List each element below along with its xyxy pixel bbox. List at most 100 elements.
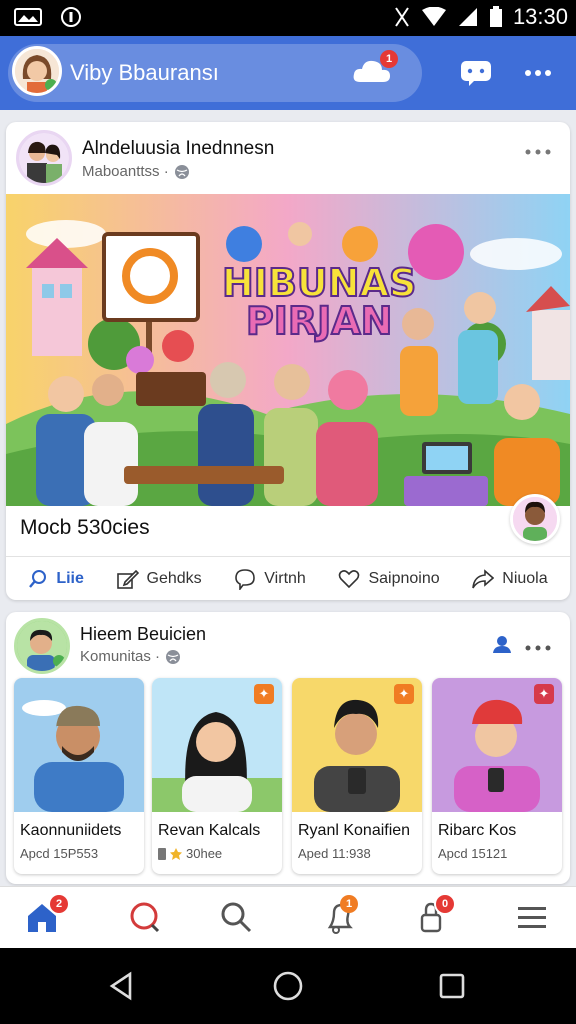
wifi-icon — [421, 7, 446, 26]
profile-card[interactable]: Kaonnuniidets Apcd 15P553 — [14, 678, 144, 874]
phone-icon — [158, 847, 166, 860]
nav-notifications[interactable]: 1 — [322, 895, 362, 939]
profile-name: Ryanl Konaifien — [298, 822, 411, 839]
post-subtitle: Mabоanttss · — [82, 163, 190, 180]
system-navigation-bar — [0, 948, 576, 1024]
post-subtitle-text: Mabоanttss · — [82, 163, 169, 180]
profile-meta-text: 30hee — [186, 846, 223, 861]
user-avatar-image — [15, 49, 59, 93]
search-icon — [130, 902, 160, 933]
comment-action[interactable]: Virtnh — [234, 568, 306, 590]
nav-menu[interactable] — [514, 899, 554, 939]
post-more-button[interactable] — [524, 144, 552, 155]
back-button[interactable] — [104, 968, 140, 1004]
vibrate-icon — [395, 7, 409, 27]
community-avatar-image — [17, 621, 67, 671]
magnifier-icon — [221, 902, 252, 933]
user-avatar[interactable] — [12, 46, 62, 96]
nav-profile[interactable]: 0 — [414, 893, 456, 939]
community-card: Hieem Beuicien Komunitas · Kaonnuniidets… — [6, 612, 570, 884]
signal-icon — [458, 8, 477, 26]
globe-icon — [166, 649, 181, 664]
home-badge: 2 — [50, 895, 68, 913]
post-author-name[interactable]: Alndeluusia Inednnesn — [82, 138, 274, 160]
follow-button[interactable] — [490, 634, 514, 654]
comment-label: Virtnh — [264, 569, 306, 587]
search-icon — [29, 569, 47, 588]
like-label: Liie — [56, 569, 84, 587]
edit-icon — [116, 569, 139, 589]
edit-action[interactable]: Gehdks — [116, 569, 202, 589]
author-avatar-image — [19, 133, 69, 183]
recents-square-icon — [439, 973, 465, 999]
image-title-line2: PIRJAN — [245, 299, 394, 343]
profile-meta: 30hee — [158, 846, 222, 861]
nav-explore[interactable] — [218, 899, 258, 939]
chat-icon — [461, 61, 491, 86]
react-label: Saipnoino — [368, 569, 440, 587]
community-illustration — [6, 194, 570, 506]
profile-name: Ribarc Kos — [438, 822, 517, 839]
battery-icon — [489, 6, 502, 27]
profile-badge-icon: ✦ — [534, 684, 554, 704]
reactor-avatar-image — [513, 497, 557, 541]
nav-home[interactable]: 2 — [24, 895, 68, 939]
post-actions-bar: Liie Gehdks Virtnh Saipnoino Niuola — [6, 556, 570, 600]
comment-icon — [235, 568, 256, 590]
profile-meta: Apcd 15P553 — [20, 846, 99, 861]
profile-name: Revan Kalcals — [158, 822, 261, 839]
status-bar: 13:30 — [0, 0, 576, 36]
react-action[interactable]: Saipnoino — [338, 569, 440, 589]
more-options-button[interactable] — [520, 60, 556, 86]
clock: 13:30 — [512, 4, 568, 29]
home-system-button[interactable] — [270, 968, 306, 1004]
home-circle-icon — [273, 971, 303, 1001]
profile-badge: 0 — [434, 893, 456, 915]
profile-badge-icon: ✦ — [254, 684, 274, 704]
nav-search[interactable] — [126, 899, 166, 939]
community-more-button[interactable] — [524, 640, 552, 651]
profile-card[interactable]: Ryanl Konaifien Aped 11:938 ✦ — [292, 678, 422, 874]
post-author-avatar[interactable] — [16, 130, 72, 186]
profile-photo — [14, 678, 144, 812]
more-horizontal-icon — [525, 149, 551, 155]
image-title: HIBUNAS PIRJAN — [221, 263, 417, 343]
profile-card[interactable]: Ribarc Kos Apcd 15121 ✦ — [432, 678, 562, 874]
post-caption: Mocb 530cies — [20, 516, 150, 539]
profile-meta: Apcd 15121 — [438, 846, 508, 861]
community-author-name[interactable]: Hieem Beuicien — [80, 624, 206, 645]
reactor-avatar[interactable] — [510, 494, 560, 544]
back-triangle-icon — [109, 971, 132, 1001]
share-action[interactable]: Niuola — [472, 568, 548, 589]
more-horizontal-icon — [525, 645, 551, 651]
notifications-badge: 1 — [340, 895, 358, 913]
post-image[interactable]: HIBUNAS PIRJAN — [6, 194, 570, 506]
notification-badge: 1 — [380, 50, 398, 68]
app-title: Viby Bbauransı — [70, 60, 219, 85]
add-friend-icon — [493, 636, 511, 653]
messages-button[interactable] — [459, 58, 493, 88]
profile-badge-icon: ✦ — [394, 684, 414, 704]
share-label: Niuola — [502, 569, 548, 587]
profile-meta: Aped 11:938 — [298, 846, 371, 861]
hamburger-menu-icon — [518, 907, 546, 928]
gallery-icon — [14, 8, 42, 26]
community-subtitle: Komunitas · — [80, 648, 181, 665]
recents-button[interactable] — [434, 968, 470, 1004]
post-card: Alndeluusia Inednnesn Mabоanttss · HIBUN… — [6, 122, 570, 600]
profile-carousel: Kaonnuniidets Apcd 15P553 Revan Kalcals … — [14, 678, 564, 874]
globe-icon — [174, 164, 189, 179]
like-action[interactable]: Liie — [28, 569, 84, 589]
community-subtitle-text: Komunitas · — [80, 648, 161, 665]
profile-card[interactable]: Revan Kalcals 30hee ✦ — [152, 678, 282, 874]
community-author-avatar[interactable] — [14, 618, 70, 674]
notifications-button[interactable]: 1 — [352, 50, 398, 90]
edit-label: Gehdks — [146, 569, 202, 587]
profile-name: Kaonnuniidets — [20, 822, 122, 839]
share-icon — [472, 568, 495, 588]
star-icon — [170, 847, 182, 860]
more-horizontal-icon — [525, 70, 551, 76]
heart-icon — [339, 569, 360, 588]
app-header: Viby Bbauransı 1 — [0, 36, 576, 110]
bottom-navigation: 2 1 0 — [0, 886, 576, 948]
